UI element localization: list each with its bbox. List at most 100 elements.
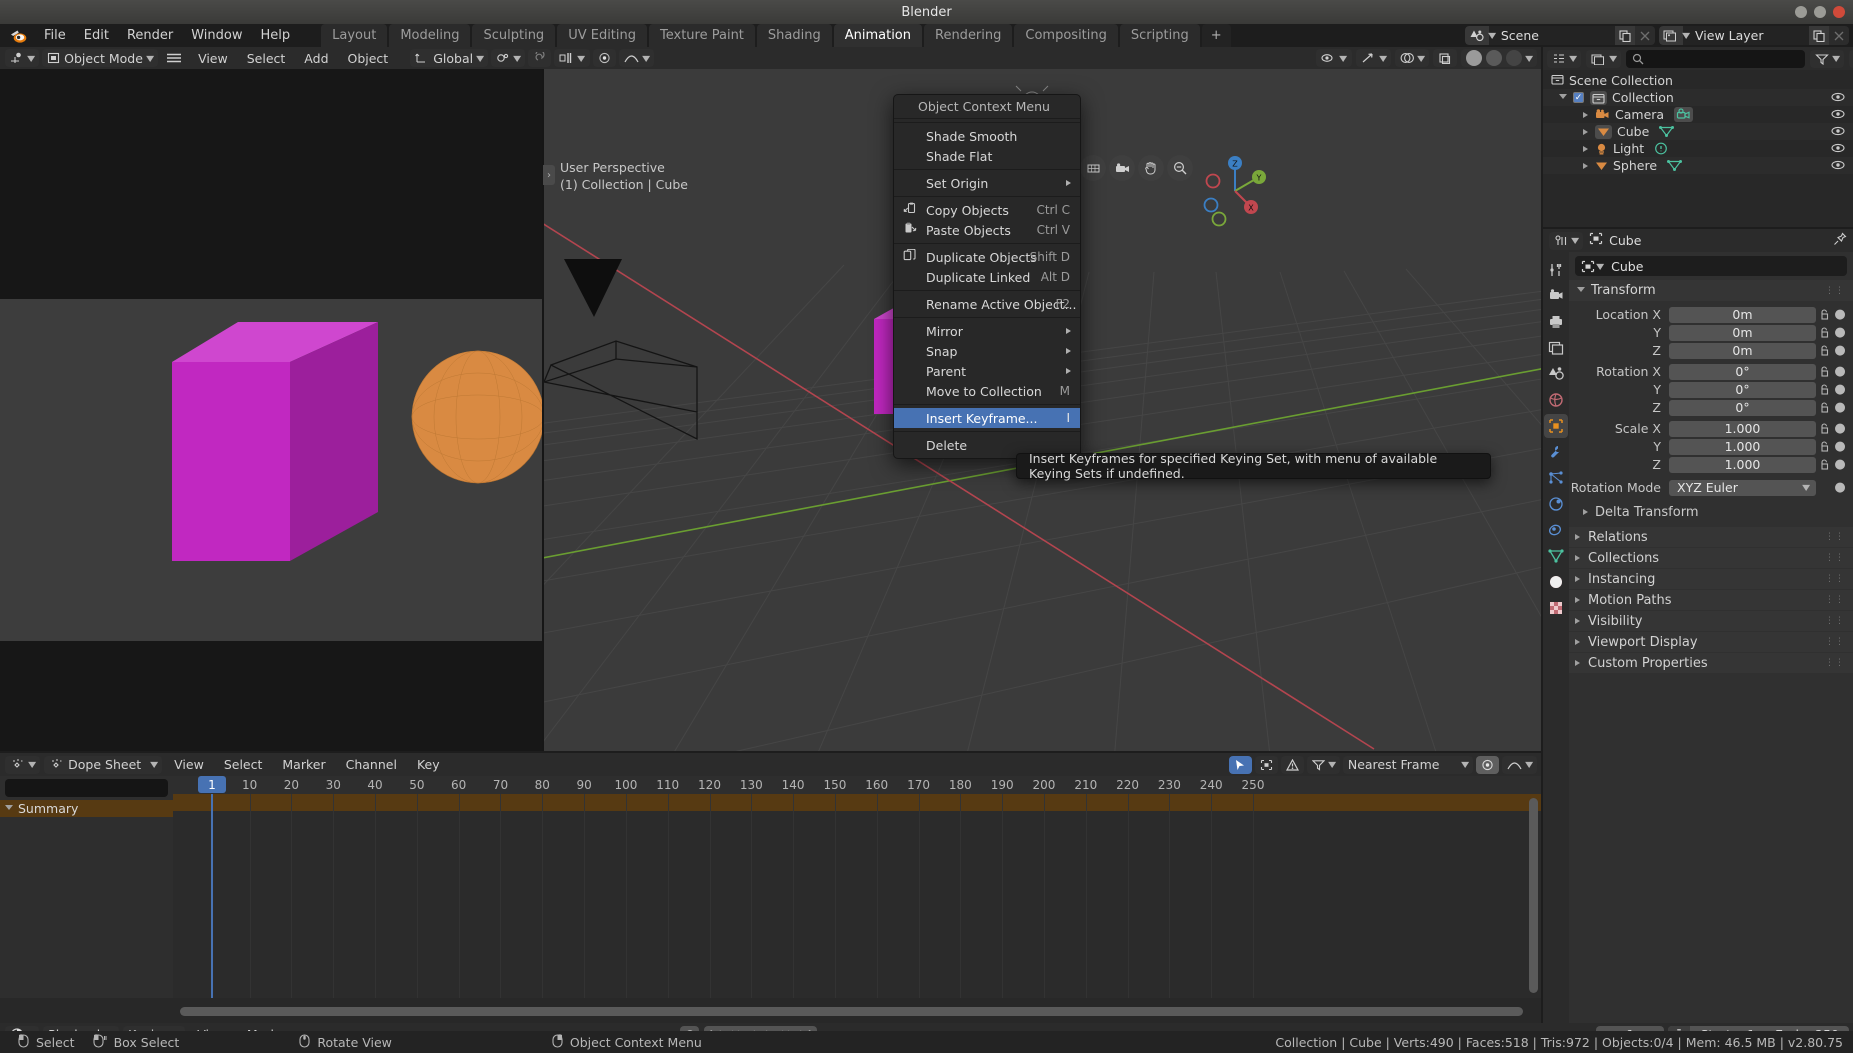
toggle-camera-view-button[interactable]	[1109, 155, 1135, 181]
context-item-set-origin[interactable]: Set Origin	[894, 173, 1080, 193]
dopesheet-search-input[interactable]	[16, 781, 166, 795]
expand-triangle-icon[interactable]	[1583, 145, 1588, 152]
minimize-button[interactable]	[1795, 6, 1807, 18]
outliner-row-collection[interactable]: ✓ Collection	[1543, 89, 1853, 106]
workspace-tab-sculpting[interactable]: Sculpting	[472, 24, 556, 47]
show-hidden-toggle[interactable]	[1254, 755, 1278, 774]
expand-triangle-icon[interactable]	[1583, 111, 1588, 118]
lock-icon[interactable]	[1816, 440, 1833, 453]
light-data-icon[interactable]	[1654, 142, 1668, 155]
workspace-tab-texture-paint[interactable]: Texture Paint	[649, 24, 755, 47]
lock-icon[interactable]	[1816, 458, 1833, 471]
context-item-insert-keyframe[interactable]: Insert Keyframe... I	[894, 408, 1080, 428]
viewport-menu-object[interactable]: Object	[340, 51, 397, 66]
tab-render[interactable]	[1544, 284, 1568, 308]
viewport-sidebar-toggle[interactable]: ›	[543, 165, 555, 185]
dope-sheet-ruler[interactable]: 1 10 20 30 40 50 60 70 80 90 100 110 120 130 140 150 160…	[173, 776, 1541, 794]
delta-transform-subpanel[interactable]: Delta Transform	[1569, 502, 1853, 522]
outliner-display-mode-selector[interactable]: ▼	[1586, 49, 1622, 68]
panel-instancing[interactable]: Instancing ⋮⋮	[1569, 569, 1853, 589]
dope-sheet-editor[interactable]: ▼ Dope Sheet ▼ View Select Marker Channe…	[0, 753, 1541, 1023]
workspace-tab-compositing[interactable]: Compositing	[1014, 24, 1118, 47]
editor-type-selector-properties[interactable]: ▼	[1549, 231, 1584, 250]
outliner-editor[interactable]: ▼ ▼ ▼ Scene Collection ✓ Collection Came…	[1543, 47, 1853, 227]
view-layer-unlink-button[interactable]	[1829, 26, 1849, 45]
tab-tool[interactable]	[1544, 258, 1568, 282]
editor-type-selector-dopesheet[interactable]: ▼	[5, 755, 41, 774]
dopesheet-menu-key[interactable]: Key	[409, 757, 448, 772]
menu-render[interactable]: Render	[118, 26, 182, 45]
lock-icon[interactable]	[1816, 308, 1833, 321]
workspace-tab-shading[interactable]: Shading	[756, 24, 832, 47]
interaction-mode-selector[interactable]: Object Mode ▼	[42, 49, 159, 67]
proportional-falloff-selector[interactable]: ▼	[618, 49, 654, 67]
property-value-field[interactable]: 0°	[1669, 399, 1816, 416]
tab-object[interactable]	[1544, 414, 1568, 438]
visibility-eye-icon[interactable]	[1831, 91, 1845, 106]
context-item-duplicate-linked[interactable]: Duplicate Linked Alt D	[894, 267, 1080, 287]
context-item-mirror[interactable]: Mirror	[894, 321, 1080, 341]
animate-property-dot-icon[interactable]: ●	[1833, 364, 1847, 379]
dope-sheet-channel-list[interactable]: Summary	[0, 776, 173, 998]
scene-duplicate-button[interactable]	[1614, 26, 1635, 45]
shading-mode-group[interactable]: ▼	[1460, 49, 1537, 67]
add-workspace-button[interactable]: +	[1201, 24, 1231, 47]
lock-icon[interactable]	[1816, 365, 1833, 378]
properties-editor[interactable]: ▼ Cube ▼ Cube Transform ⋮⋮ Location X 0m…	[1543, 229, 1853, 1029]
visibility-eye-icon[interactable]	[1831, 142, 1845, 157]
tab-particles[interactable]	[1544, 466, 1568, 490]
animate-property-dot-icon[interactable]: ●	[1833, 307, 1847, 322]
lock-icon[interactable]	[1816, 401, 1833, 414]
camera-data-icon[interactable]	[1674, 107, 1694, 122]
blender-logo-icon[interactable]	[10, 29, 27, 43]
outliner-row-light[interactable]: Light	[1543, 140, 1853, 157]
tab-scene[interactable]	[1544, 362, 1568, 386]
tab-modifiers[interactable]	[1544, 440, 1568, 464]
lock-icon[interactable]	[1816, 383, 1833, 396]
pin-icon[interactable]	[1833, 232, 1847, 250]
animate-property-dot-icon[interactable]: ●	[1833, 421, 1847, 436]
tab-view-layer[interactable]	[1544, 336, 1568, 360]
panel-collections[interactable]: Collections ⋮⋮	[1569, 548, 1853, 568]
mesh-data-icon[interactable]	[1659, 125, 1675, 138]
zoom-view-button[interactable]	[1167, 155, 1193, 181]
overlays-toggle[interactable]: ▼	[1394, 49, 1429, 67]
toggle-perspective-button[interactable]	[1080, 155, 1106, 181]
menu-window[interactable]: Window	[182, 26, 251, 45]
outliner-new-collection-button[interactable]	[1849, 49, 1853, 68]
outliner-search-box[interactable]	[1626, 49, 1806, 68]
visibility-eye-icon[interactable]	[1831, 108, 1845, 123]
expand-triangle-icon[interactable]	[1583, 162, 1588, 169]
proportional-editing-keyframes-toggle[interactable]	[1475, 755, 1499, 774]
tab-object-data[interactable]	[1544, 544, 1568, 568]
outliner-row-scene-collection[interactable]: Scene Collection	[1543, 72, 1853, 89]
animate-property-dot-icon[interactable]: ●	[1833, 457, 1847, 472]
gizmo-toggle[interactable]: ▼	[1355, 49, 1391, 67]
dopesheet-menu-view[interactable]: View	[166, 757, 212, 772]
workspace-tab-layout[interactable]: Layout	[321, 24, 388, 47]
expand-triangle-icon[interactable]	[1559, 93, 1567, 102]
dopesheet-menu-marker[interactable]: Marker	[274, 757, 333, 772]
scene-unlink-button[interactable]	[1634, 26, 1655, 45]
workspace-tab-animation[interactable]: Animation	[833, 24, 922, 47]
object-context-menu[interactable]: Object Context Menu Shade Smooth Shade F…	[893, 94, 1081, 459]
editor-type-selector-outliner[interactable]: ▼	[1547, 49, 1582, 68]
snap-pivot-selector[interactable]: ▼	[491, 49, 526, 67]
tab-physics[interactable]	[1544, 492, 1568, 516]
move-view-button[interactable]	[1138, 155, 1164, 181]
panel-custom-properties[interactable]: Custom Properties ⋮⋮	[1569, 653, 1853, 673]
collection-checkbox[interactable]: ✓	[1573, 92, 1584, 103]
snap-target-selector[interactable]: ▼	[554, 49, 590, 67]
summary-expand-triangle-icon[interactable]	[5, 804, 13, 813]
dopesheet-menu-select[interactable]: Select	[216, 757, 271, 772]
proportional-falloff-keyframes-selector[interactable]: ▼	[1501, 755, 1537, 774]
lock-icon[interactable]	[1816, 422, 1833, 435]
visibility-selector[interactable]: ▼	[1316, 49, 1352, 67]
property-value-field[interactable]: 1.000	[1669, 438, 1816, 455]
animate-property-dot-icon[interactable]: ●	[1833, 343, 1847, 358]
property-value-field[interactable]: 0m	[1669, 306, 1816, 323]
outliner-row-sphere[interactable]: Sphere	[1543, 157, 1853, 174]
animate-property-dot-icon[interactable]: ●	[1833, 382, 1847, 397]
viewport-navigation-gizmo[interactable]: Z Y X	[1199, 155, 1271, 227]
menu-help[interactable]: Help	[252, 26, 300, 45]
